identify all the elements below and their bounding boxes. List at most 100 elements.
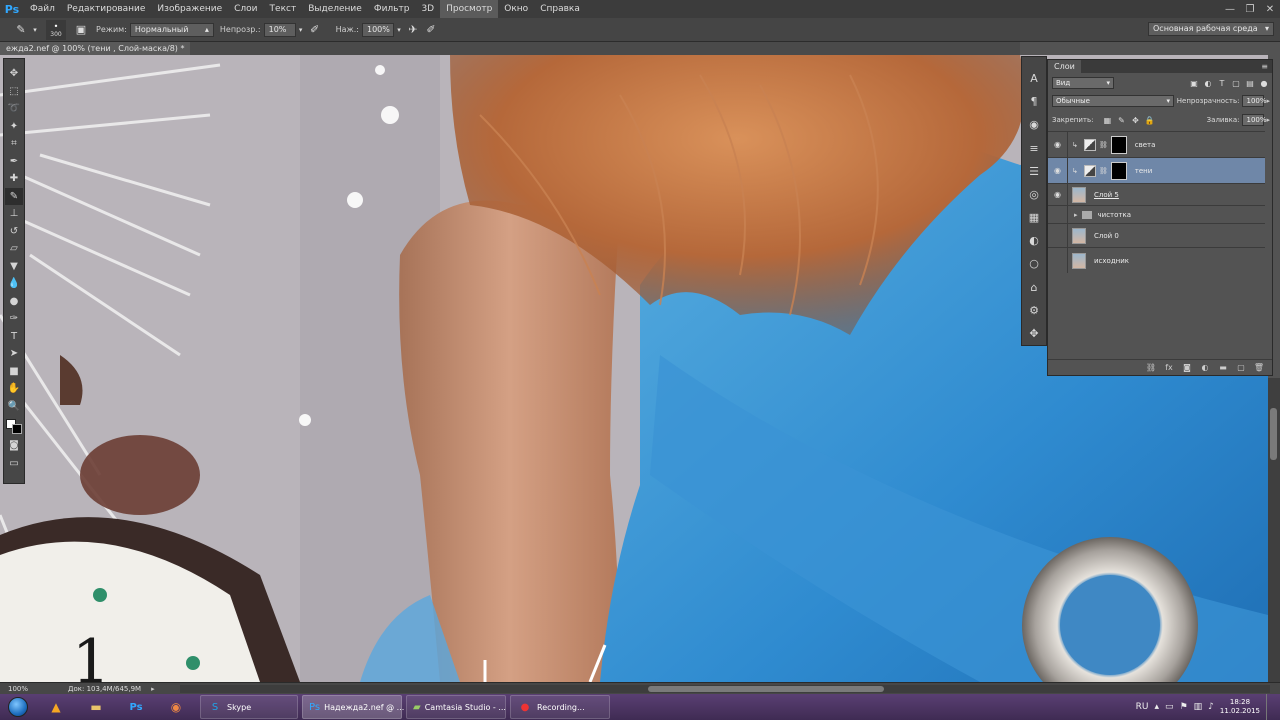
display-icon[interactable]: ▭ xyxy=(1165,702,1174,712)
navigator-panel-icon[interactable]: ○ xyxy=(1023,252,1045,275)
flow-input[interactable]: 100% xyxy=(361,22,394,37)
styles-panel-icon[interactable]: ◐ xyxy=(1023,229,1045,252)
menu-window[interactable]: Окно xyxy=(498,0,534,18)
opacity-arrow-icon[interactable]: ▸ xyxy=(1266,97,1270,105)
start-button[interactable] xyxy=(0,694,36,720)
layer-mask-thumbnail[interactable] xyxy=(1110,135,1127,154)
menu-3d[interactable]: 3D xyxy=(415,0,440,18)
filter-smart-icon[interactable]: ▤ xyxy=(1244,77,1256,89)
photoshop-icon[interactable]: Ps xyxy=(116,695,156,719)
actions-panel-icon[interactable]: ⚙ xyxy=(1023,299,1045,322)
add-mask-icon[interactable]: ◙ xyxy=(1180,361,1194,375)
brush-panel-icon[interactable]: ▣ xyxy=(72,21,90,39)
layer-row[interactable]: исходник xyxy=(1048,247,1265,273)
opacity-slider-icon[interactable]: ▾ xyxy=(296,21,306,39)
eye-hidden-icon[interactable] xyxy=(1048,248,1068,273)
layer-row[interactable]: ▸ чистотка xyxy=(1048,205,1265,223)
restore-button[interactable]: ❐ xyxy=(1240,0,1260,18)
menu-file[interactable]: Файл xyxy=(24,0,61,18)
filter-type-icon[interactable]: T xyxy=(1216,77,1228,89)
brush-preset-picker[interactable]: • 300 xyxy=(46,19,66,40)
workspace-select[interactable]: Основная рабочая среда ▾ xyxy=(1148,22,1274,36)
clock[interactable]: 18:28 11.02.2015 xyxy=(1220,698,1260,716)
pressure-size-icon[interactable]: ✐ xyxy=(422,21,440,39)
lock-all-icon[interactable]: 🔒 xyxy=(1143,114,1155,126)
eye-icon[interactable]: ◉ xyxy=(1048,132,1068,157)
swatches-panel-icon[interactable]: ▦ xyxy=(1023,206,1045,229)
menu-filter[interactable]: Фильтр xyxy=(368,0,416,18)
layer-mask-thumbnail[interactable] xyxy=(1110,161,1127,180)
taskbar-item-photoshop[interactable]: Ps Надежда2.nef @ ... xyxy=(302,695,404,719)
link-icon[interactable]: ⛓ xyxy=(1099,167,1108,175)
zoom-tool-icon[interactable]: 🔍 xyxy=(5,398,23,416)
lock-pixels-icon[interactable]: ✎ xyxy=(1115,114,1127,126)
trash-icon[interactable]: 🗑 xyxy=(1252,361,1266,375)
layer-filter-select[interactable]: Вид ▾ xyxy=(1052,77,1114,89)
layer-style-icon[interactable]: fx xyxy=(1162,361,1176,375)
folder-icon[interactable]: ▬ xyxy=(76,695,116,719)
history-brush-tool-icon[interactable]: ↺ xyxy=(5,223,23,241)
panel-menu-icon[interactable]: ≡ xyxy=(1261,62,1272,71)
properties-panel-icon[interactable]: ☰ xyxy=(1023,160,1045,183)
filter-toggle-icon[interactable]: ● xyxy=(1258,77,1270,89)
layer-row[interactable]: ◉ ↳ ⛓ света xyxy=(1048,131,1265,157)
eyedropper-tool-icon[interactable]: ✒ xyxy=(5,153,23,171)
eye-hidden-icon[interactable] xyxy=(1048,206,1068,223)
layer-row[interactable]: ◉ Слой 5 xyxy=(1048,183,1265,205)
mode-select[interactable]: Нормальный ▴ xyxy=(129,22,214,37)
filter-shape-icon[interactable]: ▢ xyxy=(1230,77,1242,89)
horizontal-scroll-thumb[interactable] xyxy=(648,686,884,692)
zoom-level[interactable]: 100% xyxy=(8,685,28,693)
lasso-tool-icon[interactable]: ➰ xyxy=(5,100,23,118)
flow-slider-icon[interactable]: ▾ xyxy=(394,21,404,39)
tray-expand-icon[interactable]: ▴ xyxy=(1155,702,1160,712)
volume-icon[interactable]: ♪ xyxy=(1208,702,1214,712)
type-tool-icon[interactable]: T xyxy=(5,328,23,346)
history-panel-icon[interactable]: ⌂ xyxy=(1023,276,1045,299)
airbrush-icon[interactable]: ✈ xyxy=(404,21,422,39)
move-tool-icon[interactable]: ✥ xyxy=(5,65,23,83)
channels-panel-icon[interactable]: ◎ xyxy=(1023,183,1045,206)
layer-row[interactable]: ◉ ↳ ⛓ тени xyxy=(1048,157,1265,183)
path-select-tool-icon[interactable]: ➤ xyxy=(5,345,23,363)
color-swatches-icon[interactable] xyxy=(5,415,23,437)
shape-tool-icon[interactable]: ■ xyxy=(5,363,23,381)
link-layers-icon[interactable]: ⛓ xyxy=(1144,361,1158,375)
blur-tool-icon[interactable]: 💧 xyxy=(5,275,23,293)
fill-arrow-icon[interactable]: ▸ xyxy=(1266,116,1270,124)
clone-stamp-tool-icon[interactable]: ⊥ xyxy=(5,205,23,223)
expand-arrow-icon[interactable]: ▸ xyxy=(1074,211,1078,219)
eye-hidden-icon[interactable] xyxy=(1048,224,1068,247)
eraser-tool-icon[interactable]: ▱ xyxy=(5,240,23,258)
chevron-down-icon[interactable]: ▾ xyxy=(30,21,40,39)
quick-mask-icon[interactable]: ◙ xyxy=(5,437,23,455)
avast-icon[interactable]: ▲ xyxy=(36,695,76,719)
link-icon[interactable]: ⛓ xyxy=(1099,141,1108,149)
menu-help[interactable]: Справка xyxy=(534,0,586,18)
filter-adjustment-icon[interactable]: ◐ xyxy=(1202,77,1214,89)
new-group-icon[interactable]: ▬ xyxy=(1216,361,1230,375)
close-button[interactable]: ✕ xyxy=(1260,0,1280,18)
eye-icon[interactable]: ◉ xyxy=(1048,184,1068,205)
pen-tool-icon[interactable]: ✑ xyxy=(5,310,23,328)
taskbar-item-camtasia[interactable]: ▰ Camtasia Studio - ... xyxy=(406,695,506,719)
fill-input[interactable]: 100% xyxy=(1242,114,1267,126)
taskbar-item-recording[interactable]: ● Recording... xyxy=(510,695,610,719)
vertical-scrollbar[interactable] xyxy=(1268,378,1280,682)
eye-icon[interactable]: ◉ xyxy=(1048,158,1068,183)
layer-row[interactable]: Слой 0 xyxy=(1048,223,1265,247)
hand-tool-icon[interactable]: ✋ xyxy=(5,380,23,398)
flag-icon[interactable]: ⚑ xyxy=(1180,702,1188,712)
show-desktop-button[interactable] xyxy=(1266,694,1274,720)
adjustments-panel-icon[interactable]: ≡ xyxy=(1023,137,1045,160)
paragraph-panel-icon[interactable]: ¶ xyxy=(1023,90,1045,113)
layer-opacity-input[interactable]: 100% xyxy=(1242,95,1267,107)
character-panel-icon[interactable]: A xyxy=(1023,67,1045,90)
dodge-tool-icon[interactable]: ● xyxy=(5,293,23,311)
marquee-tool-icon[interactable]: ⬚ xyxy=(5,83,23,101)
menu-layers[interactable]: Слои xyxy=(228,0,263,18)
filter-pixel-icon[interactable]: ▣ xyxy=(1188,77,1200,89)
adjustment-layer-icon[interactable]: ◐ xyxy=(1198,361,1212,375)
menu-edit[interactable]: Редактирование xyxy=(61,0,152,18)
new-layer-icon[interactable]: ▢ xyxy=(1234,361,1248,375)
